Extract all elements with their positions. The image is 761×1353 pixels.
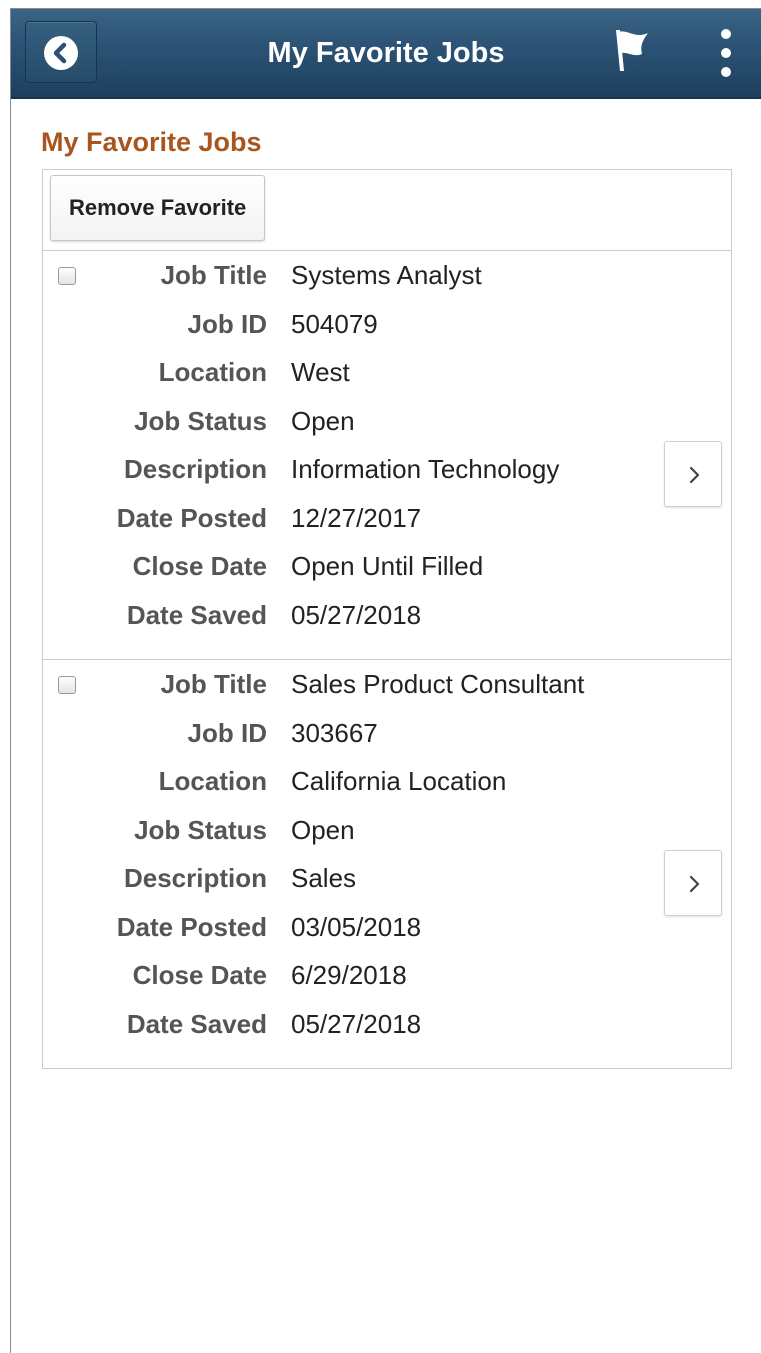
date-saved-value: 05/27/2018 xyxy=(291,1008,422,1039)
job-title-value: Systems Analyst xyxy=(291,260,482,290)
job-status-value: Open xyxy=(291,405,355,436)
close-date-label: Close Date xyxy=(132,960,267,990)
row-details-button[interactable] xyxy=(664,850,722,916)
job-status-label: Job Status xyxy=(134,405,267,436)
chevron-left-icon xyxy=(44,36,78,70)
job-title-label: Job Title xyxy=(160,260,267,290)
location-label: Location xyxy=(158,357,267,387)
description-value: Information Technology xyxy=(291,454,560,484)
job-id-label: Job ID xyxy=(187,717,267,748)
close-date-value: Open Until Filled xyxy=(291,551,484,581)
date-saved-value: 05/27/2018 xyxy=(291,599,422,630)
field-date-saved: Date Saved 05/27/2018 xyxy=(43,1000,683,1048)
remove-favorite-button[interactable]: Remove Favorite xyxy=(50,175,266,241)
location-value: California Location xyxy=(291,766,507,796)
field-job-id: Job ID 504079 xyxy=(43,300,683,348)
more-vertical-icon[interactable] xyxy=(711,23,741,83)
grid-toolbar: Remove Favorite xyxy=(43,170,731,251)
date-saved-label: Date Saved xyxy=(126,599,267,630)
job-row: Job Title Sales Product Consultant Job I… xyxy=(43,660,731,1068)
field-close-date: Close Date Open Until Filled xyxy=(43,542,683,590)
chevron-right-icon xyxy=(689,466,700,484)
page-title: My Favorite Jobs xyxy=(41,127,262,157)
field-date-posted: Date Posted 12/27/2017 xyxy=(43,494,683,542)
job-id-value: 303667 xyxy=(291,717,378,748)
row-details-button[interactable] xyxy=(664,441,722,507)
close-date-value: 6/29/2018 xyxy=(291,960,407,990)
app-window: My Favorite Jobs My Favorite Jobs Remove… xyxy=(10,8,761,1353)
field-location: Location California Location xyxy=(43,757,683,805)
field-date-posted: Date Posted 03/05/2018 xyxy=(43,903,683,951)
header-banner: My Favorite Jobs xyxy=(11,9,761,99)
field-description: Description Information Technology xyxy=(43,445,683,493)
location-value: West xyxy=(291,357,350,387)
field-description: Description Sales xyxy=(43,854,683,902)
field-job-title: Job Title Systems Analyst xyxy=(43,251,683,299)
job-title-label: Job Title xyxy=(160,669,267,699)
field-job-status: Job Status Open xyxy=(43,806,683,854)
close-date-label: Close Date xyxy=(132,551,267,581)
flag-icon[interactable] xyxy=(611,27,651,77)
job-title-value: Sales Product Consultant xyxy=(291,669,585,699)
date-posted-value: 12/27/2017 xyxy=(291,502,422,533)
job-status-value: Open xyxy=(291,814,355,845)
job-id-label: Job ID xyxy=(187,308,267,339)
field-job-status: Job Status Open xyxy=(43,397,683,445)
job-id-value: 504079 xyxy=(291,308,378,339)
description-value: Sales xyxy=(291,863,357,893)
field-date-saved: Date Saved 05/27/2018 xyxy=(43,591,683,639)
field-job-title: Job Title Sales Product Consultant xyxy=(43,660,683,708)
field-job-id: Job ID 303667 xyxy=(43,709,683,757)
field-close-date: Close Date 6/29/2018 xyxy=(43,951,683,999)
location-label: Location xyxy=(158,766,267,796)
description-label: Description xyxy=(123,863,267,893)
date-posted-label: Date Posted xyxy=(116,502,267,533)
date-posted-value: 03/05/2018 xyxy=(291,911,422,942)
date-posted-label: Date Posted xyxy=(116,911,267,942)
job-row: Job Title Systems Analyst Job ID 504079 … xyxy=(43,251,731,660)
back-button[interactable] xyxy=(25,21,97,83)
field-location: Location West xyxy=(43,348,683,396)
header-title: My Favorite Jobs xyxy=(267,37,505,69)
date-saved-label: Date Saved xyxy=(126,1008,267,1039)
favorites-grid: Remove Favorite Job Title Systems Analys… xyxy=(42,169,732,1069)
job-status-label: Job Status xyxy=(134,814,267,845)
chevron-right-icon xyxy=(689,875,700,893)
description-label: Description xyxy=(123,454,267,484)
